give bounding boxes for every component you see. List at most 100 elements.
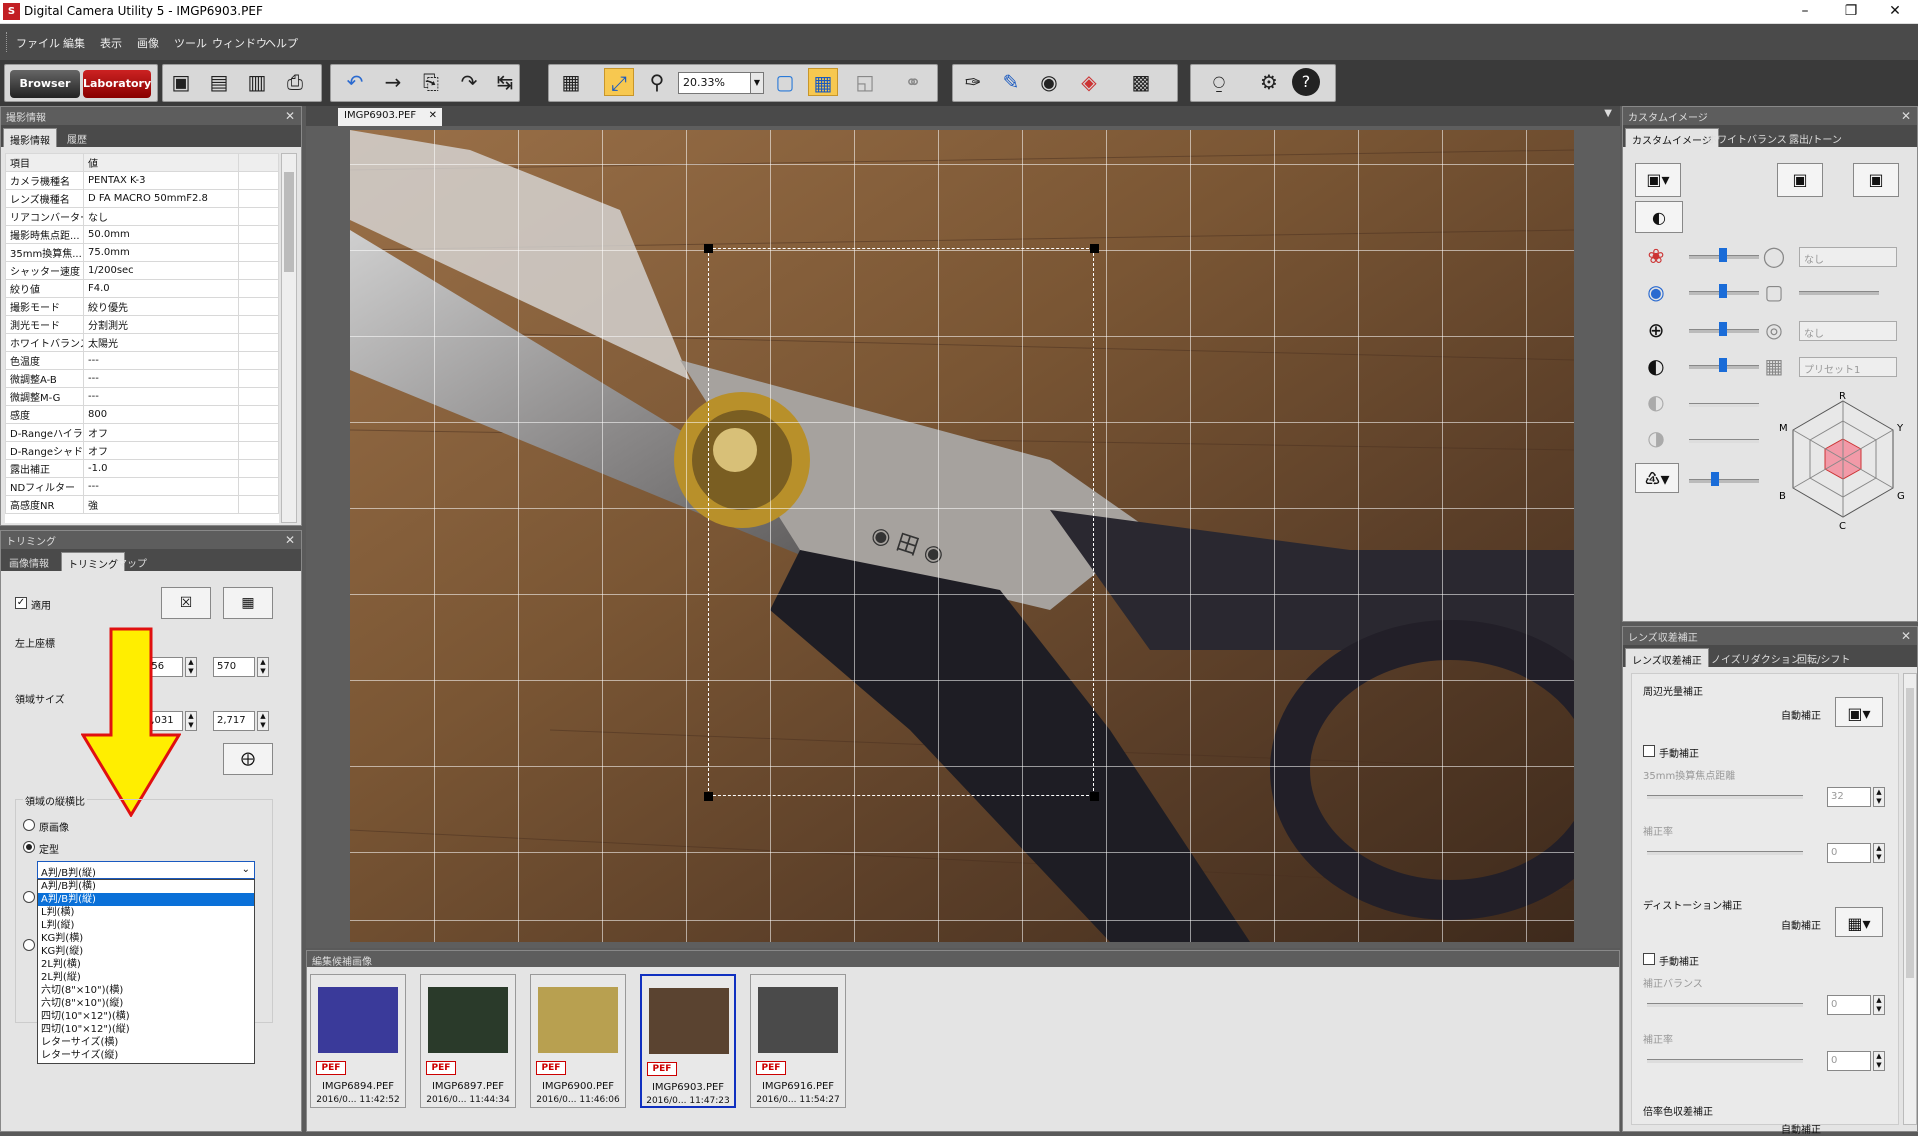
dropdown-option[interactable]: 六切(8"×10")(縦) <box>38 997 254 1010</box>
toning-select[interactable]: なし <box>1799 321 1897 341</box>
table-row[interactable]: D-Rangeハイラ...オフ <box>5 423 279 442</box>
table-row[interactable]: 感度 800 <box>5 405 279 424</box>
preview-eye-icon[interactable]: ◉ <box>1034 68 1064 96</box>
link-icon[interactable]: ⚭ <box>898 68 928 96</box>
balance-spinner[interactable]: ▲ ▼ <box>1873 995 1885 1015</box>
compare-icon[interactable]: ◱ <box>850 68 880 96</box>
table-row[interactable]: 測光モード 分割測光 <box>5 315 279 334</box>
hue-knob[interactable] <box>1719 284 1727 298</box>
rate-input-2[interactable]: 0 <box>1827 1051 1871 1071</box>
contrast-knob[interactable] <box>1719 358 1727 372</box>
menu-help[interactable]: ヘルプ <box>265 35 298 51</box>
close-lens-panel-icon[interactable]: ✕ <box>1901 629 1911 643</box>
filter-select[interactable]: なし <box>1799 247 1897 267</box>
table-row[interactable]: 撮影時焦点距... 50.0mm <box>5 225 279 244</box>
fit-window-icon[interactable]: ⤢ <box>604 68 634 96</box>
center-crop-icon[interactable]: ⨁ <box>223 743 273 775</box>
color-picker-icon[interactable]: ◈ <box>1074 68 1104 96</box>
tab-lens-correction[interactable]: レンズ収差補正 <box>1625 648 1709 667</box>
zoom-dropdown-icon[interactable]: ▼ <box>750 72 764 94</box>
apply-params-icon[interactable]: ↹ <box>490 68 520 96</box>
rate-spinner-2[interactable]: ▲ ▼ <box>1873 1051 1885 1071</box>
dropdown-option[interactable]: 2L判(横) <box>38 958 254 971</box>
contrast-icon[interactable]: ◐ <box>1635 201 1683 233</box>
rate-slider-2[interactable] <box>1647 1059 1803 1063</box>
single-view-icon[interactable]: ▢ <box>770 68 800 96</box>
image-tone-icon[interactable]: ▣▾ <box>1635 163 1681 197</box>
tab-white-balance[interactable]: ホワイトバランス <box>1701 128 1793 147</box>
shadow-slider[interactable] <box>1689 439 1759 443</box>
crop-handle-bl[interactable] <box>704 792 713 801</box>
save-icon[interactable]: ▣ <box>166 68 196 96</box>
lens-scrollbar[interactable] <box>1903 673 1917 1125</box>
table-row[interactable]: ホワイトバランス 太陽光 <box>5 333 279 352</box>
crop-handle-br[interactable] <box>1090 792 1099 801</box>
sharpness-slider[interactable] <box>1689 479 1759 483</box>
table-row[interactable]: シャッター速度 1/200sec <box>5 261 279 280</box>
menu-view[interactable]: 表示 <box>100 35 122 51</box>
crop-handle-tl[interactable] <box>704 244 713 253</box>
tab-image-info[interactable]: 画像情報 <box>3 552 55 571</box>
balance-slider[interactable] <box>1647 1003 1803 1007</box>
brush-icon[interactable]: ✎ <box>996 68 1026 96</box>
menu-file[interactable]: ファイル <box>16 35 60 51</box>
table-row[interactable]: NDフィルター --- <box>5 477 279 496</box>
close-doc-tab-icon[interactable]: ✕ <box>429 110 437 121</box>
table-row[interactable]: D-Rangeシャド...オフ <box>5 441 279 460</box>
menu-tools[interactable]: ツール <box>174 35 207 51</box>
table-row[interactable]: カメラ機種名 PENTAX K-3 <box>5 171 279 190</box>
dropdown-option[interactable]: 四切(10"×12")(縦) <box>38 1023 254 1036</box>
close-icon[interactable]: ✕ <box>1872 0 1918 24</box>
copy-params-icon[interactable]: ⎘ <box>416 68 446 96</box>
tab-map[interactable]: マップ <box>111 552 153 571</box>
focal-spinner[interactable]: ▲ ▼ <box>1873 787 1885 807</box>
batch-save-icon[interactable]: ▥ <box>242 68 272 96</box>
scrollbar-thumb[interactable] <box>284 172 294 272</box>
photo-canvas[interactable]: ◉ 田 ◉ <box>350 130 1574 942</box>
color-hexagon[interactable]: R Y G C B M <box>1773 389 1913 529</box>
peripheral-manual-checkbox[interactable] <box>1643 745 1655 757</box>
multi-view-icon[interactable]: ▦ <box>808 68 838 96</box>
tab-history[interactable]: 履歴 <box>61 128 93 147</box>
filmstrip-thumbnail[interactable]: PEF IMGP6916.PEF 2016/0... 11:54:27 <box>750 974 846 1108</box>
tab-rotate-shift[interactable]: 回転/シフト <box>1791 648 1856 667</box>
help-icon[interactable]: ? <box>1292 68 1320 96</box>
sharpness-knob[interactable] <box>1711 472 1719 486</box>
peripheral-auto-icon[interactable]: ▣▾ <box>1835 697 1883 727</box>
table-row[interactable]: 微調整M-G --- <box>5 387 279 406</box>
print-icon[interactable]: ⎙ <box>280 68 310 96</box>
dropdown-option[interactable]: 2L判(縦) <box>38 971 254 984</box>
table-row[interactable]: 色温度 --- <box>5 351 279 370</box>
radio-custom-2[interactable] <box>23 939 35 951</box>
lens-scrollbar-thumb[interactable] <box>1906 688 1914 978</box>
focal-slider[interactable] <box>1647 795 1803 799</box>
dropdown-option[interactable]: レターサイズ(横) <box>38 1036 254 1049</box>
saturation-knob[interactable] <box>1719 248 1727 262</box>
filmstrip-thumbnail[interactable]: PEF IMGP6897.PEF 2016/0... 11:44:34 <box>420 974 516 1108</box>
table-row[interactable]: リアコンバーター なし <box>5 207 279 226</box>
radio-custom-1[interactable] <box>23 891 35 903</box>
camera-save-icon[interactable]: ▣ <box>1777 163 1823 197</box>
size-w-spinner[interactable]: ▲ ▼ <box>185 711 197 731</box>
size-h-input[interactable]: 2,717 <box>213 711 255 731</box>
filmstrip-thumbnail[interactable]: PEF IMGP6900.PEF 2016/0... 11:46:06 <box>530 974 626 1108</box>
save-as-icon[interactable]: ▤ <box>204 68 234 96</box>
crop-frame[interactable] <box>708 248 1094 796</box>
laboratory-button[interactable]: Laboratory <box>83 70 151 98</box>
histogram-icon[interactable]: ▩ <box>1126 68 1156 96</box>
export-icon[interactable]: ⍜ <box>1204 68 1234 96</box>
doc-tab-menu-icon[interactable]: ▼ <box>1604 108 1612 119</box>
aspect-dropdown[interactable]: A判/B判(縦) ⌄ <box>37 861 255 879</box>
table-row[interactable]: 露出補正 -1.0 <box>5 459 279 478</box>
table-row[interactable]: 絞り値 F4.0 <box>5 279 279 298</box>
top-left-y-input[interactable]: 570 <box>213 657 255 677</box>
grid-icon[interactable]: ▦ <box>556 68 586 96</box>
eyedropper-icon[interactable]: ✑ <box>958 68 988 96</box>
sharpness-icon[interactable]: ♶▾ <box>1635 463 1679 493</box>
rate-input[interactable]: 0 <box>1827 843 1871 863</box>
redo-icon[interactable]: → <box>378 68 408 96</box>
preset-select[interactable]: プリセット1 <box>1799 357 1897 377</box>
zoom-icon[interactable]: ⚲ <box>642 68 672 96</box>
table-row[interactable]: 撮影モード 絞り優先 <box>5 297 279 316</box>
crop-preset-icon[interactable]: ▦ <box>223 587 273 619</box>
